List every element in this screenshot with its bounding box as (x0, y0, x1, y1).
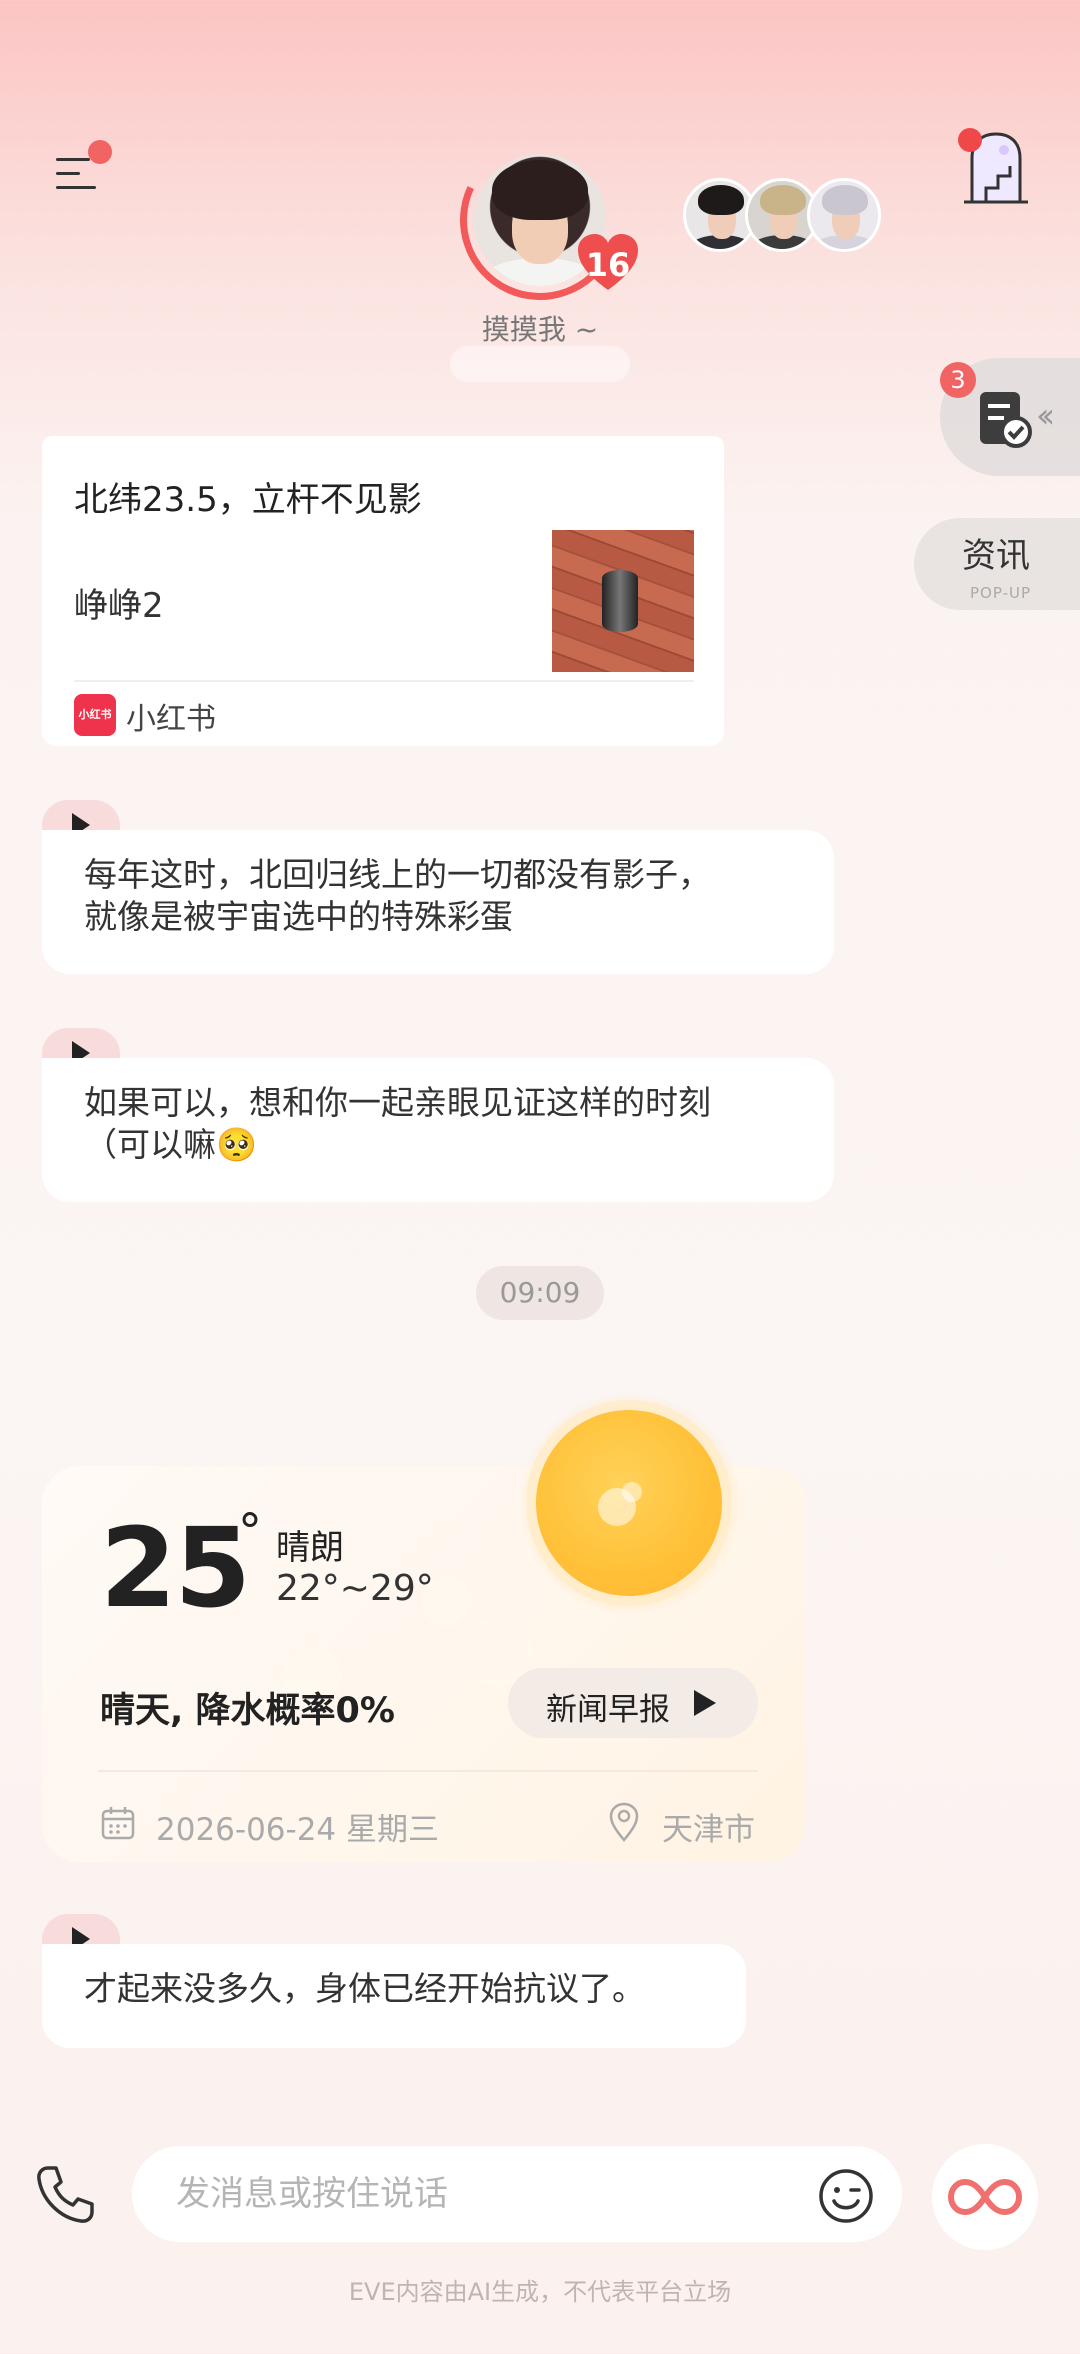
morning-news-button[interactable]: 新闻早报 (508, 1668, 758, 1738)
calendar-icon (101, 1807, 135, 1840)
news-popup-button[interactable]: 资讯 POP-UP (914, 518, 1080, 610)
task-doc-icon (980, 392, 1032, 448)
notification-dot (88, 140, 112, 164)
weather-condition: 晴朗 (276, 1528, 344, 1568)
task-list-button[interactable]: 3 ‹‹ (940, 358, 1080, 476)
chevron-left-icon: ‹‹ (1036, 396, 1055, 436)
ai-disclaimer: EVE内容由AI生成，不代表平台立场 (348, 2278, 732, 2306)
degree-symbol: ° (238, 1504, 262, 1560)
current-temperature: 25 (100, 1504, 251, 1632)
character-switcher[interactable] (683, 178, 883, 254)
location-pin-icon (609, 1802, 639, 1842)
post-source: 小红书 (126, 702, 216, 737)
character-avatar[interactable]: 16 (437, 117, 643, 323)
emoji-button-icon[interactable] (818, 2168, 874, 2224)
message-bubble[interactable]: 如果可以，想和你一起亲眼见证这样的时刻 （可以嘛🥺 (42, 1058, 834, 1202)
temperature-range: 22°~29° (276, 1568, 434, 1609)
touch-me-label[interactable]: 摸摸我 ~ (440, 308, 640, 348)
message-input[interactable] (132, 2146, 902, 2242)
time-divider: 09:09 (476, 1266, 604, 1320)
post-title: 北纬23.5，立杆不见影 (74, 480, 422, 520)
task-count-badge: 3 (940, 362, 976, 398)
phone-call-icon[interactable] (34, 2164, 96, 2226)
message-line: （可以嘛🥺 (84, 1125, 258, 1164)
notification-dot (958, 128, 982, 152)
message-line: 才起来没多久，身体已经开始抗议了。 (84, 1969, 645, 2008)
divider (98, 1770, 758, 1772)
message-bubble[interactable]: 每年这时，北回归线上的一切都没有影子， 就像是被宇宙选中的特殊彩蛋 (42, 830, 834, 974)
infinity-icon (947, 2178, 1023, 2216)
morning-news-label: 新闻早报 (546, 1692, 670, 1728)
infinity-mode-button[interactable] (932, 2144, 1038, 2250)
menu-icon (56, 158, 90, 161)
message-line: 如果可以，想和你一起亲眼见证这样的时刻 (84, 1083, 711, 1122)
message-bubble[interactable]: 才起来没多久，身体已经开始抗议了。 (42, 1944, 746, 2048)
message-line: 就像是被宇宙选中的特殊彩蛋 (84, 897, 513, 936)
weather-city: 天津市 (662, 1812, 755, 1848)
weather-summary: 晴天, 降水概率0% (100, 1691, 395, 1731)
post-author: 峥峥2 (74, 586, 164, 626)
character-avatar-3[interactable] (807, 178, 881, 252)
intimacy-heart-badge: 16 (576, 232, 640, 292)
menu-button[interactable] (50, 140, 112, 198)
dream-door-button[interactable] (958, 128, 1032, 208)
message-line: 每年这时，北回归线上的一切都没有影子， (84, 855, 711, 894)
subtitle-placeholder (450, 346, 630, 382)
intimacy-level: 16 (585, 246, 631, 284)
news-label: 资讯 (962, 536, 1030, 576)
menu-icon-bar (56, 186, 96, 189)
divider (74, 680, 694, 682)
play-icon (694, 1690, 716, 1716)
post-thumbnail (552, 530, 694, 672)
weather-date: 2026-06-24 星期三 (156, 1812, 440, 1848)
news-sub-label: POP-UP (970, 584, 1032, 602)
menu-icon-bar (56, 172, 80, 175)
xiaohongshu-logo-icon: 小红书 (74, 694, 116, 736)
shared-post-card[interactable]: 北纬23.5，立杆不见影 峥峥2 小红书 小红书 (42, 436, 724, 746)
sun-icon (536, 1410, 722, 1596)
